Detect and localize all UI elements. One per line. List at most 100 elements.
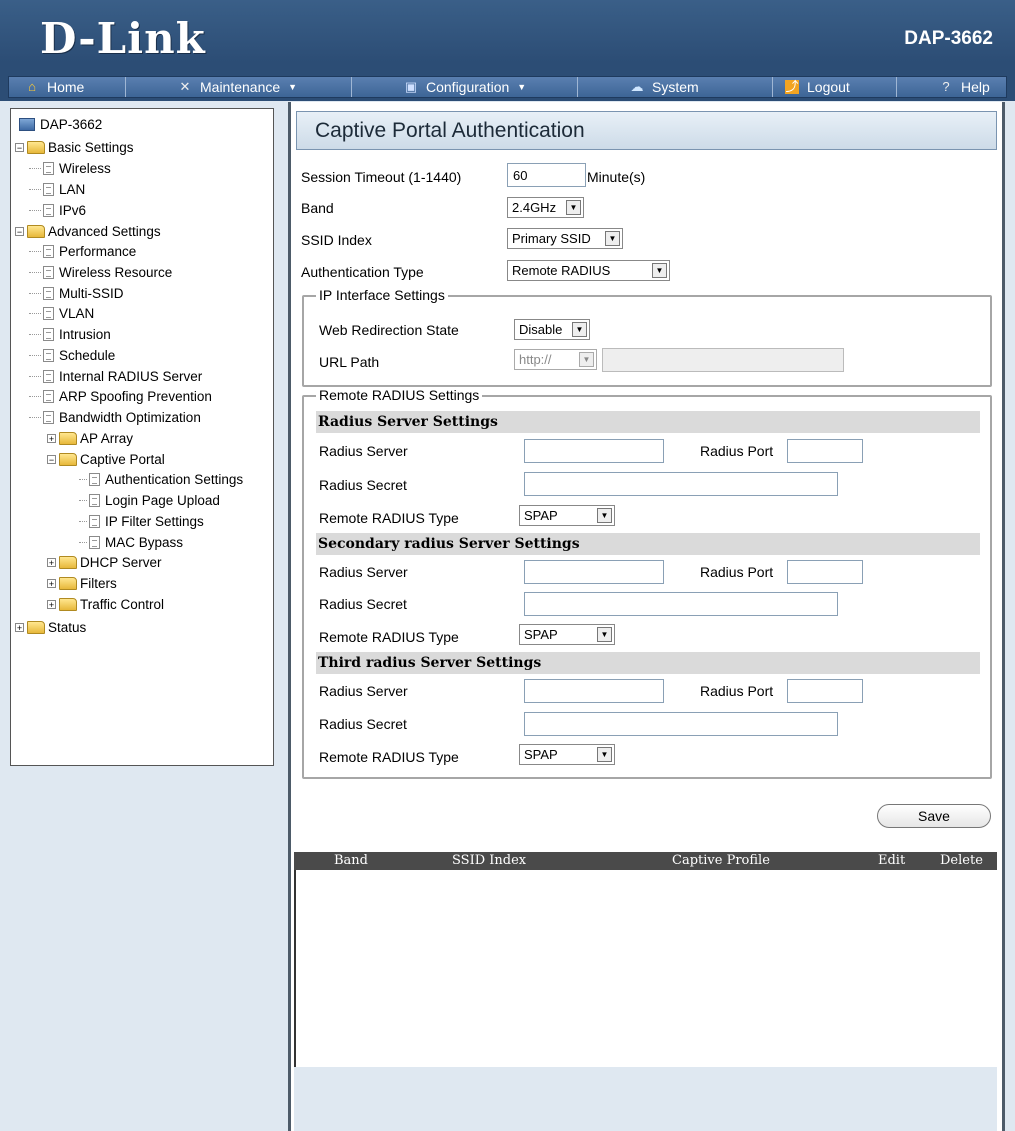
tree-item-bandwidth[interactable]: Bandwidth Optimization — [29, 408, 201, 426]
tree-item-label: LAN — [59, 181, 86, 197]
expand-icon: + — [47, 557, 56, 568]
third-radius-secret-input[interactable] — [524, 712, 838, 736]
tree-traffic-control[interactable]: + Traffic Control — [47, 595, 164, 613]
menu-logout[interactable]: ⤴ Logout — [773, 77, 897, 97]
tree-item-label: Intrusion — [59, 326, 111, 342]
auth-type-select[interactable]: Remote RADIUS ▼ — [507, 260, 670, 281]
menu-system[interactable]: ☁ System — [578, 77, 773, 97]
secondary-remote-radius-type-select[interactable]: SPAP ▼ — [519, 624, 615, 645]
menu-maintenance[interactable]: ✕ Maintenance ▼ — [126, 77, 352, 97]
chevron-down-icon: ▼ — [652, 263, 667, 278]
folder-icon — [27, 224, 45, 238]
tree-item-label: IPv6 — [59, 202, 87, 218]
url-scheme-select[interactable]: http:// ▼ — [514, 349, 597, 370]
tree-item-label: IP Filter Settings — [105, 513, 204, 529]
tree-item-ip-filter[interactable]: IP Filter Settings — [79, 512, 204, 530]
ip-interface-legend: IP Interface Settings — [316, 287, 448, 303]
tree-basic-settings[interactable]: − Basic Settings — [15, 138, 134, 156]
tree-item-vlan[interactable]: VLAN — [29, 304, 94, 322]
third-remote-radius-type-select[interactable]: SPAP ▼ — [519, 744, 615, 765]
tree-item-label: Bandwidth Optimization — [59, 409, 201, 425]
folder-icon — [59, 452, 77, 466]
web-redirection-select[interactable]: Disable ▼ — [514, 319, 590, 340]
tree-item-wireless[interactable]: Wireless — [29, 159, 111, 177]
tree-item-multi-ssid[interactable]: Multi-SSID — [29, 284, 124, 302]
secondary-remote-radius-type-value: SPAP — [524, 627, 558, 642]
ssid-index-value: Primary SSID — [512, 231, 591, 246]
radius-secret-input[interactable] — [524, 472, 838, 496]
tree-item-ipv6[interactable]: IPv6 — [29, 201, 86, 219]
remote-radius-type-value: SPAP — [524, 508, 558, 523]
third-radius-port-input[interactable] — [787, 679, 863, 703]
column-band: Band — [334, 853, 368, 868]
tree-root-label: DAP-3662 — [40, 116, 103, 132]
session-timeout-unit: Minute(s) — [587, 169, 646, 185]
band-select[interactable]: 2.4GHz ▼ — [507, 197, 584, 218]
tools-icon: ✕ — [179, 79, 191, 94]
tree-item-performance[interactable]: Performance — [29, 242, 136, 260]
page-title: Captive Portal Authentication — [315, 119, 585, 142]
tree-item-mac-bypass[interactable]: MAC Bypass — [79, 533, 183, 551]
tree-captive-portal[interactable]: − Captive Portal — [47, 450, 165, 468]
expand-icon: + — [47, 433, 56, 444]
tree-status[interactable]: + Status — [15, 618, 86, 636]
menu-home[interactable]: ⌂ Home — [9, 77, 126, 97]
remote-radius-type-select[interactable]: SPAP ▼ — [519, 505, 615, 526]
url-path-input[interactable] — [602, 348, 844, 372]
secondary-radius-secret-input[interactable] — [524, 592, 838, 616]
remote-radius-type-label: Remote RADIUS Type — [319, 510, 459, 526]
secondary-radius-server-input[interactable] — [524, 560, 664, 584]
tree-dhcp-label: DHCP Server — [80, 554, 162, 570]
tree-item-authentication-settings[interactable]: Authentication Settings — [79, 470, 243, 488]
band-select-value: 2.4GHz — [512, 200, 557, 215]
tree-item-lan[interactable]: LAN — [29, 180, 85, 198]
logout-icon: ⤴ — [785, 79, 799, 94]
menu-logout-label: Logout — [807, 79, 850, 95]
menu-configuration[interactable]: ▣ Configuration ▼ — [352, 77, 578, 97]
tree-basic-settings-label: Basic Settings — [48, 139, 134, 155]
help-icon: ? — [942, 79, 950, 94]
session-timeout-input[interactable] — [507, 163, 586, 187]
menu-bar: ⌂ Home ✕ Maintenance ▼ ▣ Configuration ▼… — [0, 62, 1015, 101]
tree-dhcp-server[interactable]: + DHCP Server — [47, 553, 162, 571]
ssid-index-label: SSID Index — [301, 232, 372, 248]
table-footer-area — [294, 1067, 997, 1131]
page-icon — [43, 327, 54, 341]
tree-item-login-page-upload[interactable]: Login Page Upload — [79, 491, 220, 509]
tree-item-label: Authentication Settings — [105, 471, 244, 487]
page-icon — [89, 535, 100, 549]
tree-filters[interactable]: + Filters — [47, 574, 117, 592]
menu-help[interactable]: ? Help — [897, 77, 1004, 97]
chevron-down-icon: ▼ — [597, 508, 612, 523]
secondary-radius-port-input[interactable] — [787, 560, 863, 584]
tree-item-schedule[interactable]: Schedule — [29, 346, 115, 364]
page-icon — [43, 306, 54, 320]
tree-item-label: Schedule — [59, 347, 116, 363]
page-icon — [43, 348, 54, 362]
tree-item-label: Internal RADIUS Server — [59, 368, 203, 384]
page-icon — [89, 493, 100, 507]
url-scheme-value: http:// — [519, 352, 552, 367]
tree-item-internal-radius[interactable]: Internal RADIUS Server — [29, 367, 202, 385]
radius-port-input[interactable] — [787, 439, 863, 463]
save-button[interactable]: Save — [877, 804, 991, 828]
remote-radius-legend: Remote RADIUS Settings — [316, 387, 483, 403]
tree-item-arp-spoofing[interactable]: ARP Spoofing Prevention — [29, 387, 212, 405]
page-icon — [43, 182, 54, 196]
tree-root[interactable]: DAP-3662 — [19, 115, 102, 133]
folder-icon — [59, 597, 77, 611]
tree-item-label: Wireless — [59, 160, 111, 176]
page-icon — [89, 514, 100, 528]
chevron-down-icon: ▼ — [288, 82, 298, 92]
third-radius-server-input[interactable] — [524, 679, 664, 703]
folder-icon — [59, 431, 77, 445]
home-icon: ⌂ — [28, 79, 36, 94]
table-body — [294, 870, 997, 1067]
tree-ap-array[interactable]: + AP Array — [47, 429, 133, 447]
ssid-index-select[interactable]: Primary SSID ▼ — [507, 228, 623, 249]
tree-advanced-settings[interactable]: − Advanced Settings — [15, 222, 161, 240]
radius-server-input[interactable] — [524, 439, 664, 463]
tree-item-intrusion[interactable]: Intrusion — [29, 325, 111, 343]
tree-item-wireless-resource[interactable]: Wireless Resource — [29, 263, 172, 281]
column-delete: Delete — [940, 853, 983, 868]
